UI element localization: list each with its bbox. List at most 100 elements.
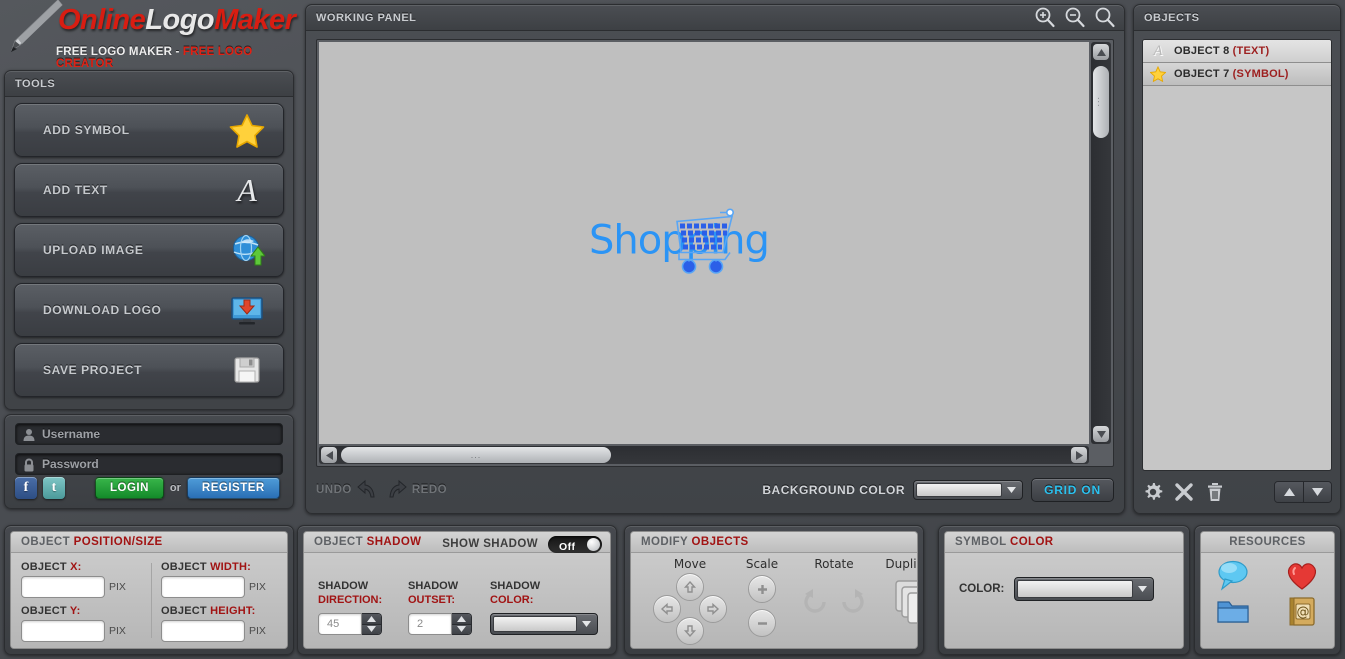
objects-list[interactable]: A OBJECT 8 (TEXT) OBJECT 7 (SYMBOL) [1142,39,1332,471]
download-logo-label: DOWNLOAD LOGO [43,303,162,317]
tools-panel: TOOLS ADD SYMBOL ADD TEXT A UPLOAD IMAGE… [4,70,294,410]
close-x-icon[interactable] [1173,481,1195,503]
shadow-direction-group: SHADOW DIRECTION: 45 [318,579,382,635]
add-symbol-label: ADD SYMBOL [43,123,130,137]
shadow-direction-down[interactable] [362,623,381,634]
move-controls: Move [645,557,735,645]
vertical-scroll-thumb[interactable]: ... [1093,66,1109,138]
gear-icon[interactable] [1142,481,1164,503]
horizontal-scroll-thumb[interactable]: ... [341,447,611,463]
shadow-color-picker[interactable] [490,613,598,635]
zoom-in-icon[interactable] [1034,6,1056,28]
show-shadow-label: SHOW SHADOW [442,538,538,550]
brand-header: OnlineLogoMaker FREE LOGO MAKER - FREE L… [0,0,300,70]
brand-online: Online [58,4,146,36]
scroll-right-button[interactable] [1071,447,1087,463]
object-width-input[interactable] [161,576,245,598]
background-color-picker[interactable] [913,480,1024,500]
logo-canvas[interactable]: Shopping [319,42,1089,444]
object-height-group: OBJECT HEIGHT: PIX [161,605,266,642]
redo-arrow-icon[interactable] [384,479,408,501]
undo-arrow-icon[interactable] [356,479,380,501]
shadow-outset-stepper[interactable]: 2 [408,613,472,635]
scroll-up-button[interactable] [1093,44,1109,60]
shadow-direction-label: SHADOW DIRECTION: [318,580,383,606]
copy-layers-icon[interactable] [886,575,918,627]
upload-image-button[interactable]: UPLOAD IMAGE [14,223,284,277]
undo-label: UNDO [316,484,352,496]
move-right-button[interactable] [699,595,727,623]
speech-bubble-icon[interactable] [1215,559,1251,591]
scale-down-button[interactable] [748,609,776,637]
register-button[interactable]: REGISTER [186,477,280,499]
facebook-icon[interactable]: f [15,477,37,499]
symbol-color-swatch [1017,580,1134,598]
add-text-label: ADD TEXT [43,183,108,197]
password-field[interactable]: Password [15,453,283,475]
add-text-button[interactable]: ADD TEXT A [14,163,284,217]
move-down-button[interactable] [676,617,704,645]
login-button[interactable]: LOGIN [95,477,164,499]
move-object-up-button[interactable] [1275,482,1303,502]
shadow-direction-stepper[interactable]: 45 [318,613,382,635]
fountain-pen-icon [11,0,63,52]
object-y-input[interactable] [21,620,105,642]
heart-icon[interactable] [1284,559,1320,591]
list-item[interactable]: A OBJECT 8 (TEXT) [1143,40,1331,63]
password-placeholder: Password [42,457,99,471]
shadow-direction-value[interactable]: 45 [318,613,362,635]
show-shadow-toggle[interactable]: Off [548,536,602,553]
add-symbol-button[interactable]: ADD SYMBOL [14,103,284,157]
star-icon [229,114,265,148]
symbol-color-picker[interactable] [1014,577,1155,601]
address-book-icon[interactable]: @ [1284,595,1320,627]
tools-header: TOOLS [5,71,293,97]
move-up-button[interactable] [676,573,704,601]
shadow-outset-up[interactable] [452,614,471,624]
floppy-disk-icon [234,357,260,383]
modify-objects-header: MODIFY OBJECTS [631,532,917,553]
objects-header: OBJECTS [1134,5,1340,31]
folder-icon[interactable] [1215,595,1251,627]
shadow-outset-value[interactable]: 2 [408,613,452,635]
rotate-label: Rotate [814,557,854,571]
canvas-viewport: Shopping ... ... [316,39,1114,467]
twitter-glyph: t [51,480,57,495]
object-order-controls [1274,481,1332,503]
objects-toolbar [1142,477,1332,507]
move-object-down-button[interactable] [1303,482,1331,502]
object-y-group: OBJECT Y: PIX [21,605,126,642]
duplicate-label: Duplicate [885,557,917,571]
object-label: OBJECT 7 (SYMBOL) [1174,68,1289,80]
object-height-input[interactable] [161,620,245,642]
scroll-grip-dots-h: ... [470,450,482,460]
background-color-swatch [916,483,1003,497]
canvas-horizontal-scrollbar[interactable]: ... [319,446,1089,464]
rotate-counterclockwise-icon[interactable] [800,587,830,617]
download-logo-button[interactable]: DOWNLOAD LOGO [14,283,284,337]
logo-artwork: Shopping [589,196,819,291]
svg-text:@: @ [1296,605,1309,620]
scale-up-button[interactable] [748,575,776,603]
object-width-group: OBJECT WIDTH: PIX [161,561,266,598]
twitter-icon[interactable]: t [43,477,65,499]
or-label: or [169,482,181,494]
zoom-out-icon[interactable] [1064,6,1086,28]
list-item[interactable]: OBJECT 7 (SYMBOL) [1143,63,1331,86]
magnifier-icon[interactable] [1094,6,1116,28]
letter-a-icon: A [237,171,257,208]
object-x-input[interactable] [21,576,105,598]
working-panel: WORKING PANEL Shopping ... ... UNDO REDO… [305,4,1125,514]
scroll-down-button[interactable] [1093,426,1109,442]
scroll-left-button[interactable] [321,447,337,463]
shadow-direction-up[interactable] [362,614,381,624]
save-project-button[interactable]: SAVE PROJECT [14,343,284,397]
rotate-clockwise-icon[interactable] [838,587,868,617]
move-left-button[interactable] [653,595,681,623]
shadow-outset-down[interactable] [452,623,471,634]
move-label: Move [673,557,707,571]
username-field[interactable]: Username [15,423,283,445]
grid-toggle-button[interactable]: GRID ON [1031,478,1114,502]
canvas-vertical-scrollbar[interactable]: ... [1091,42,1111,444]
trash-icon[interactable] [1204,481,1226,503]
